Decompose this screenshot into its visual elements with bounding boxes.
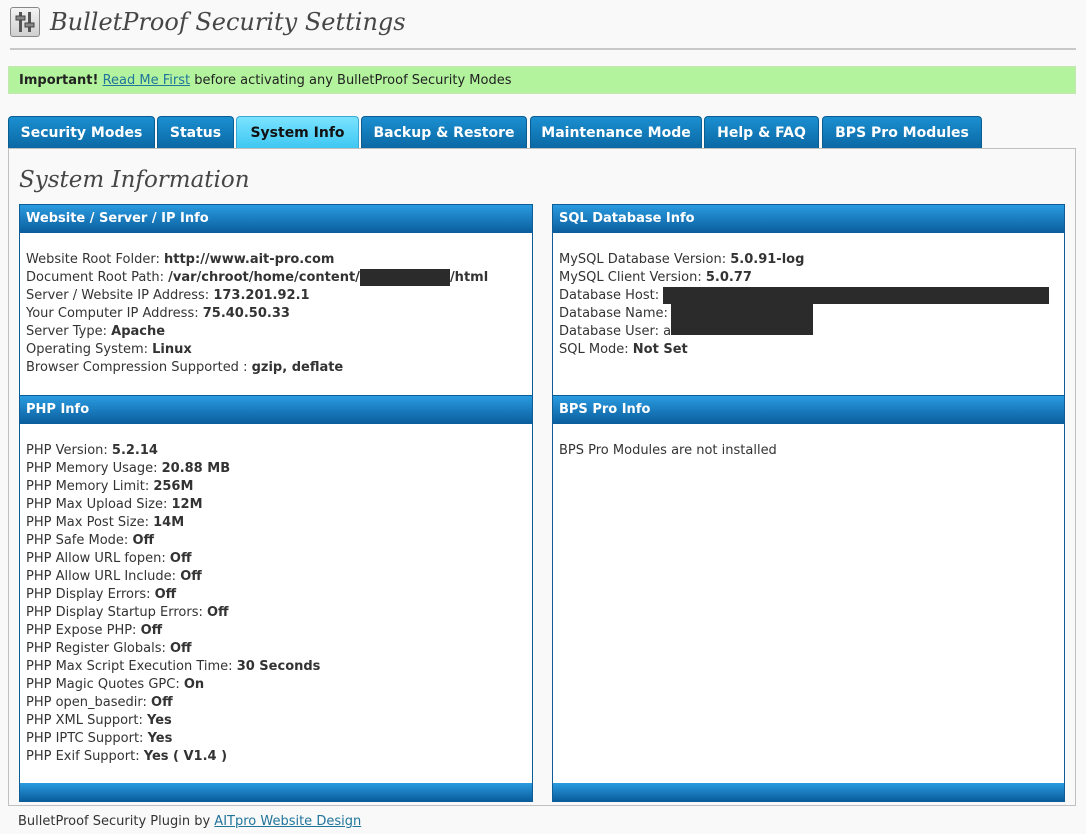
info-row: MySQL Database Version: 5.0.91-log bbox=[559, 252, 805, 267]
bps-pro-info-panel: BPS Pro Info BPS Pro Modules are not ins… bbox=[552, 395, 1065, 802]
tab-security-modes[interactable]: Security Modes bbox=[8, 116, 155, 149]
info-row: Browser Compression Supported : gzip, de… bbox=[26, 360, 344, 375]
panel-footer bbox=[553, 783, 1064, 801]
info-row: MySQL Client Version: 5.0.77 bbox=[559, 270, 752, 285]
info-row: PHP Max Upload Size: 12M bbox=[26, 497, 203, 512]
info-row: PHP Register Globals: Off bbox=[26, 641, 192, 656]
footer-text: BulletProof Security Plugin by bbox=[18, 814, 215, 829]
info-row: PHP IPTC Support: Yes bbox=[26, 731, 173, 746]
tab-system-info[interactable]: System Info bbox=[236, 116, 359, 149]
page-footer: BulletProof Security Plugin by AITpro We… bbox=[18, 814, 361, 829]
info-row: PHP Magic Quotes GPC: On bbox=[26, 677, 205, 692]
info-row: PHP Version: 5.2.14 bbox=[26, 443, 158, 458]
sql-database-panel: SQL Database Info MySQL Database Version… bbox=[552, 204, 1065, 396]
notice-important-label: Important! bbox=[19, 73, 99, 88]
info-row: PHP Allow URL fopen: Off bbox=[26, 551, 192, 566]
info-row: Server / Website IP Address: 173.201.92.… bbox=[26, 288, 310, 303]
info-row: Server Type: Apache bbox=[26, 324, 166, 339]
info-row: SQL Mode: Not Set bbox=[559, 342, 688, 357]
info-row: Website Root Folder: http://www.ait-pro.… bbox=[26, 252, 335, 267]
panel-header: Website / Server / IP Info bbox=[20, 205, 532, 233]
redacted-block bbox=[663, 287, 1050, 304]
panel-header: PHP Info bbox=[20, 396, 532, 424]
info-row: PHP Memory Usage: 20.88 MB bbox=[26, 461, 231, 476]
important-notice: Important! Read Me First before activati… bbox=[8, 66, 1076, 94]
settings-sliders-icon bbox=[10, 7, 40, 37]
aitpro-website-link[interactable]: AITpro Website Design bbox=[214, 814, 361, 829]
panel-header: SQL Database Info bbox=[553, 205, 1064, 233]
bps-pro-status-text: BPS Pro Modules are not installed bbox=[559, 443, 777, 458]
tab-content: System Information Website / Server / IP… bbox=[8, 148, 1076, 806]
tab-help-faq[interactable]: Help & FAQ bbox=[704, 116, 819, 149]
info-row: PHP Max Script Execution Time: 30 Second… bbox=[26, 659, 321, 674]
panel-header: BPS Pro Info bbox=[553, 396, 1064, 424]
page-title: System Information bbox=[19, 167, 250, 193]
php-info-panel: PHP Info PHP Version: 5.2.14 PHP Memory … bbox=[19, 395, 533, 802]
redacted-block bbox=[359, 269, 450, 286]
info-row: PHP XML Support: Yes bbox=[26, 713, 172, 728]
website-server-ip-panel: Website / Server / IP Info Website Root … bbox=[19, 204, 533, 396]
tab-maintenance-mode[interactable]: Maintenance Mode bbox=[530, 116, 702, 149]
info-row: PHP Safe Mode: Off bbox=[26, 533, 155, 548]
info-row: PHP Allow URL Include: Off bbox=[26, 569, 202, 584]
info-row: PHP Expose PHP: Off bbox=[26, 623, 163, 638]
info-row: Database User: a bbox=[559, 324, 672, 339]
panel-footer bbox=[20, 783, 532, 801]
info-row: PHP Memory Limit: 256M bbox=[26, 479, 194, 494]
info-row: PHP Display Errors: Off bbox=[26, 587, 177, 602]
app-title: BulletProof Security Settings bbox=[50, 8, 406, 36]
read-me-first-link[interactable]: Read Me First bbox=[103, 73, 191, 88]
info-row: Your Computer IP Address: 75.40.50.33 bbox=[26, 306, 290, 321]
page-header: BulletProof Security Settings bbox=[10, 6, 1076, 50]
tab-bps-pro-modules[interactable]: BPS Pro Modules bbox=[822, 116, 982, 149]
info-row: Database Name: bbox=[559, 303, 1058, 335]
notice-text: before activating any BulletProof Securi… bbox=[190, 73, 512, 88]
tab-backup-restore[interactable]: Backup & Restore bbox=[361, 116, 527, 149]
info-row: PHP Display Startup Errors: Off bbox=[26, 605, 229, 620]
info-row: PHP Exif Support: Yes ( V1.4 ) bbox=[26, 749, 228, 764]
info-row: Document Root Path: /var/chroot/home/con… bbox=[26, 269, 489, 286]
info-row: PHP Max Post Size: 14M bbox=[26, 515, 185, 530]
info-row: PHP open_basedir: Off bbox=[26, 695, 173, 710]
info-row: Operating System: Linux bbox=[26, 342, 192, 357]
tab-status[interactable]: Status bbox=[157, 116, 234, 149]
